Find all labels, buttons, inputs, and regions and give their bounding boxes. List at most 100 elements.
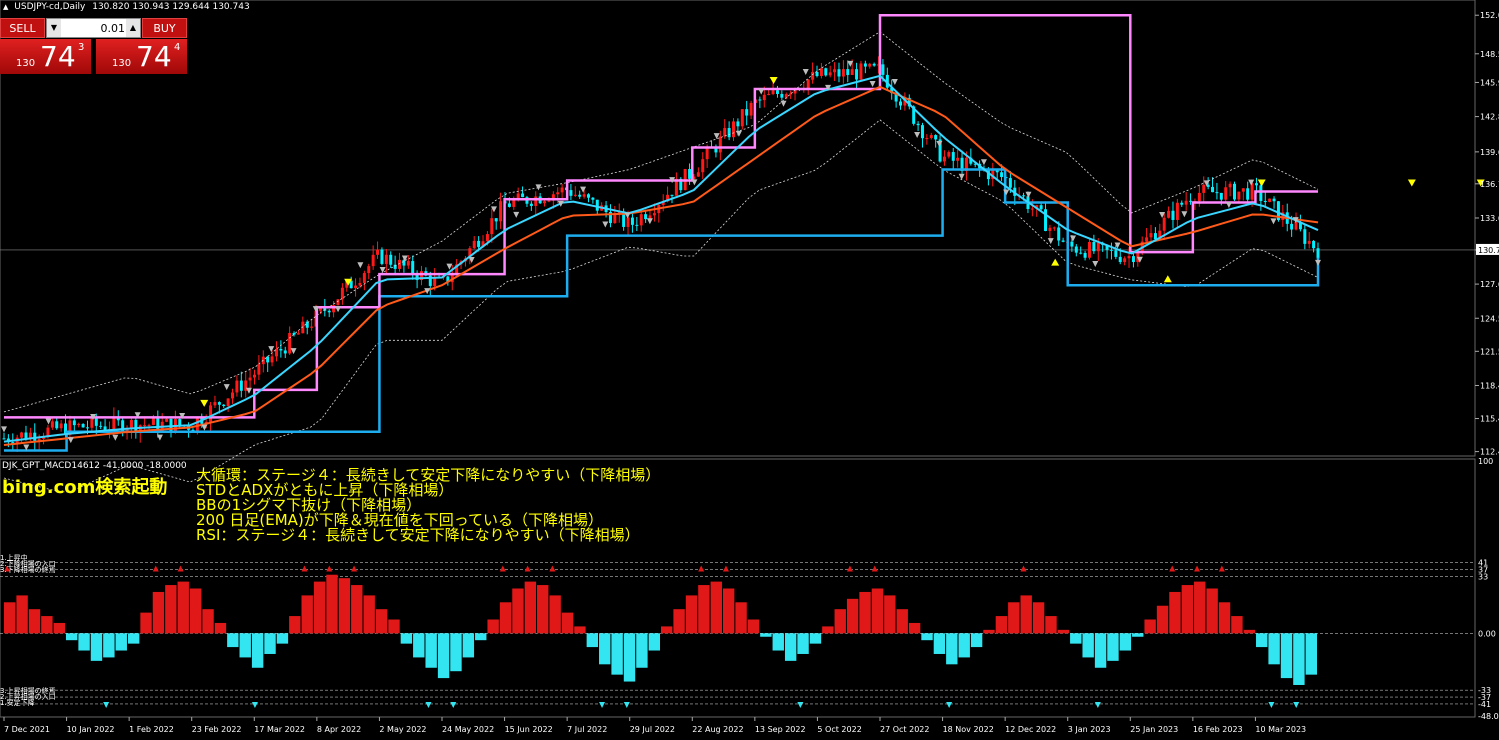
- histogram-bar: [437, 633, 450, 679]
- candle-body: [846, 69, 850, 75]
- buy-button[interactable]: BUY: [142, 18, 187, 38]
- gray-arrow-icon: [580, 186, 587, 193]
- histogram-bar: [524, 581, 537, 634]
- bing-search-link[interactable]: bing.com検索起動: [2, 473, 167, 499]
- buy-price-pips: 74: [136, 40, 172, 73]
- candle-body: [1074, 246, 1078, 253]
- candle-body: [1316, 248, 1320, 259]
- candle-body: [635, 224, 639, 226]
- gray-arrow-icon: [914, 131, 921, 138]
- x-tick-label: 23 Feb 2022: [192, 725, 242, 734]
- candle-body: [819, 68, 823, 76]
- candle-body: [850, 69, 854, 75]
- indicator-lines: [3, 13, 1320, 493]
- one-click-trading-panel: SELL ▼ ▲ BUY 130 74 3 130 74 4: [0, 18, 187, 74]
- candle-body: [252, 374, 256, 378]
- x-tick-label: 1 Feb 2022: [129, 725, 174, 734]
- gray-arrow-icon: [112, 434, 119, 441]
- gray-arrow-icon: [335, 306, 342, 313]
- collapse-triangle-icon[interactable]: ▲: [3, 3, 8, 11]
- candle-body: [384, 254, 388, 264]
- candle-body: [340, 287, 344, 300]
- candle-body: [59, 423, 63, 429]
- candle-body: [20, 432, 24, 438]
- candle-body: [1175, 202, 1179, 220]
- histogram-bar: [413, 633, 425, 658]
- lot-size-stepper[interactable]: ▼ ▲: [46, 18, 141, 38]
- sell-button[interactable]: SELL: [0, 18, 45, 38]
- candle-body: [718, 136, 722, 153]
- lot-size-input[interactable]: [63, 20, 125, 36]
- candle-body: [749, 102, 753, 116]
- gray-arrow-icon: [891, 78, 898, 85]
- candles: [2, 56, 1320, 452]
- histogram-bar: [1305, 633, 1317, 675]
- histogram-bar: [351, 585, 363, 634]
- candle-body: [771, 90, 775, 95]
- candle-body: [1307, 240, 1311, 244]
- histogram-bar: [450, 633, 462, 672]
- histogram-bar: [797, 633, 809, 654]
- upper-marker-icon: [549, 565, 556, 572]
- histogram-bar: [189, 588, 202, 634]
- histogram-bar: [4, 602, 16, 634]
- candle-body: [77, 424, 81, 426]
- gray-arrow-icon: [646, 218, 653, 225]
- candle-body: [591, 197, 595, 200]
- candle-body: [389, 254, 393, 265]
- candle-body: [1118, 256, 1122, 262]
- candle-body: [1219, 192, 1223, 200]
- y-tick-label: 121.5: [1480, 347, 1499, 356]
- candle-body: [380, 249, 384, 264]
- candle-body: [1233, 183, 1237, 200]
- histogram-bar: [177, 581, 189, 634]
- candle-body: [485, 234, 489, 242]
- lower-marker-icon: [599, 701, 606, 708]
- candle-body: [586, 194, 590, 198]
- histogram-bar: [1008, 602, 1020, 634]
- buy-price[interactable]: 130 74 4: [96, 39, 187, 74]
- blue-channel-line: [4, 168, 1320, 452]
- gray-arrow-icon: [735, 130, 742, 137]
- sell-price[interactable]: 130 74 3: [0, 39, 91, 74]
- histogram-bar: [512, 588, 524, 634]
- candle-body: [815, 71, 819, 76]
- gray-arrow-icon: [67, 437, 74, 444]
- gray-arrow-icon: [1181, 211, 1188, 218]
- sub-y-tick-label: 100: [1478, 457, 1493, 466]
- candle-body: [1180, 202, 1184, 205]
- candle-body: [547, 200, 551, 202]
- y-tick-label: 148.5: [1480, 50, 1499, 59]
- y-tick-label: 152.0: [1480, 11, 1499, 20]
- candle-body: [929, 135, 933, 139]
- y-tick-label: 127.6: [1480, 280, 1499, 289]
- candle-body: [1039, 205, 1043, 210]
- candle-body: [217, 402, 221, 405]
- candle-body: [1022, 195, 1026, 197]
- candle-body: [868, 63, 872, 67]
- candle-body: [1272, 198, 1276, 202]
- candle-body: [99, 425, 103, 427]
- histogram-bar: [313, 581, 326, 634]
- x-tick-label: 22 Aug 2022: [692, 725, 743, 734]
- histogram-bar: [995, 616, 1008, 634]
- histogram-bar: [363, 595, 375, 634]
- upper-marker-icon: [326, 565, 333, 572]
- lot-increase-icon[interactable]: ▲: [126, 19, 140, 37]
- candle-body: [270, 356, 274, 363]
- lot-decrease-icon[interactable]: ▼: [47, 19, 61, 37]
- x-tick-label: 17 Mar 2022: [254, 725, 305, 734]
- histogram-bar: [375, 609, 388, 634]
- histogram-bar: [115, 633, 127, 651]
- gray-arrow-icon: [379, 266, 386, 273]
- chart-header: ▲ USDJPY-cd,Daily 130.820 130.943 129.64…: [3, 2, 250, 12]
- candle-body: [855, 69, 859, 80]
- histogram-bar: [710, 581, 722, 634]
- candle-body: [178, 419, 182, 426]
- upper-marker-icon: [1169, 565, 1176, 572]
- histogram-bar: [90, 633, 103, 661]
- histogram-bar: [784, 633, 797, 661]
- sub-y-tick-label: 33: [1478, 572, 1488, 581]
- candle-body: [806, 79, 810, 89]
- upper-marker-icon: [1194, 565, 1201, 572]
